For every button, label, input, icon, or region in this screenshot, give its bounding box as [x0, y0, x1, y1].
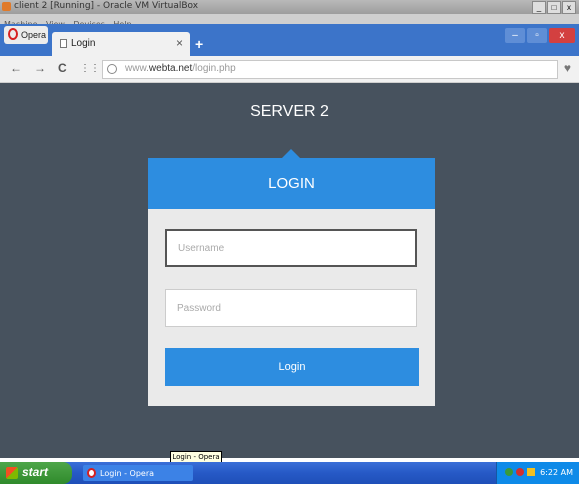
page-content: SERVER 2 LOGIN Login	[0, 83, 579, 458]
login-card-header: LOGIN	[148, 158, 435, 209]
system-tray: 6:22 AM	[496, 462, 579, 484]
speed-dial-icon[interactable]: ⋮⋮	[80, 63, 100, 74]
opera-menu-button[interactable]: Opera	[4, 26, 48, 44]
warning-icon[interactable]	[527, 468, 535, 476]
vbox-close-button[interactable]: x	[562, 1, 576, 14]
forward-arrow-icon[interactable]: →	[34, 61, 46, 75]
server-heading: SERVER 2	[250, 103, 329, 120]
clock: 6:22 AM	[540, 468, 573, 477]
tab-login[interactable]: Login ×	[52, 32, 190, 56]
login-button[interactable]: Login	[165, 348, 419, 386]
globe-icon	[107, 64, 117, 74]
browser-maximize-button[interactable]: ▫	[527, 28, 547, 43]
page-icon	[60, 39, 67, 48]
vbox-minimize-button[interactable]: _	[532, 1, 546, 14]
reload-icon[interactable]: C	[58, 61, 67, 75]
browser-close-button[interactable]: x	[549, 28, 575, 43]
new-tab-button[interactable]: +	[195, 36, 203, 52]
opera-menu-label: Opera	[21, 30, 47, 40]
taskbar-item-opera[interactable]: Login - Opera	[83, 465, 193, 481]
browser-tab-strip: Opera Login × + – ▫ x	[0, 24, 579, 56]
virtualbox-icon	[2, 2, 11, 11]
login-card-body: Login	[148, 209, 435, 406]
windows-flag-icon	[6, 467, 18, 479]
tab-title: Login	[71, 38, 96, 49]
security-icon[interactable]	[516, 468, 524, 476]
vbox-maximize-button[interactable]: □	[547, 1, 561, 14]
card-pointer-arrow	[282, 149, 300, 158]
vbox-window-title: client 2 [Running] - Oracle VM VirtualBo…	[14, 1, 199, 11]
address-toolbar: ← → C ⋮⋮ www.webta.net/login.php ♥	[0, 56, 579, 83]
vbox-window-controls: _ □ x	[532, 1, 576, 14]
vbox-menu-bar: Machine View Devices Help	[0, 14, 579, 29]
tab-close-icon[interactable]: ×	[176, 36, 183, 50]
url-domain: webta.net	[148, 63, 193, 74]
password-input[interactable]	[166, 290, 416, 326]
vbox-title-bar: client 2 [Running] - Oracle VM VirtualBo…	[0, 0, 579, 14]
taskbar: start Login - Opera 6:22 AM	[0, 462, 579, 484]
opera-taskbar-icon	[87, 468, 96, 478]
url-path: /login.php	[192, 63, 236, 74]
taskbar-item-label: Login - Opera	[100, 469, 155, 478]
bookmark-heart-icon[interactable]: ♥	[564, 61, 571, 75]
browser-minimize-button[interactable]: –	[505, 28, 525, 43]
username-input[interactable]	[167, 231, 415, 265]
network-icon[interactable]	[505, 468, 513, 476]
address-input[interactable]: www.webta.net/login.php	[102, 60, 558, 79]
url-prefix: www.	[125, 63, 149, 74]
start-label: start	[22, 465, 49, 479]
back-arrow-icon[interactable]: ←	[10, 61, 22, 75]
opera-logo-icon	[8, 28, 18, 40]
username-field-wrapper	[165, 229, 417, 267]
browser-window-controls: – ▫ x	[505, 28, 575, 43]
start-button[interactable]: start	[0, 462, 72, 484]
url-text: www.webta.net/login.php	[125, 63, 236, 74]
password-field-wrapper	[165, 289, 417, 327]
